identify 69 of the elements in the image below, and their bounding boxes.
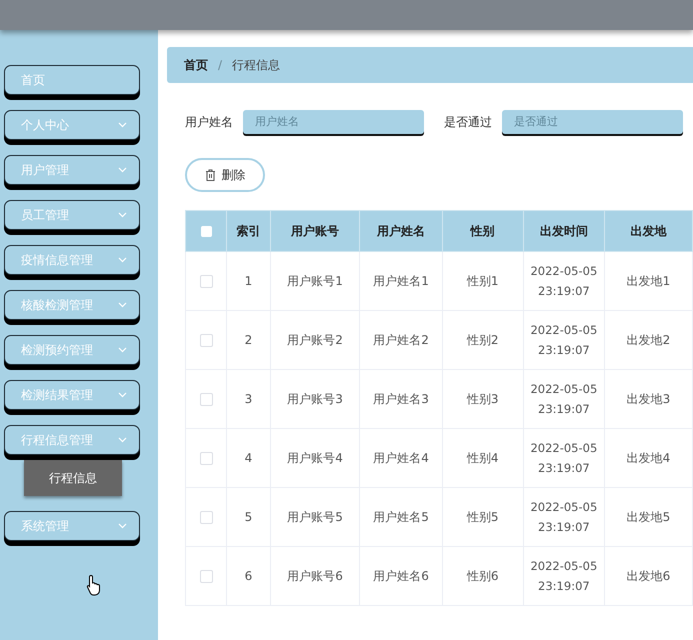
table-cell: 2022-05-05 23:19:07 bbox=[523, 310, 604, 370]
row-checkbox[interactable] bbox=[200, 334, 213, 348]
table-cell: 2022-05-05 23:19:07 bbox=[523, 370, 604, 428]
chevron-down-icon bbox=[118, 523, 127, 529]
table-cell: 用户姓名3 bbox=[360, 370, 442, 428]
hand-cursor-icon bbox=[86, 574, 102, 596]
table-cell: 性别6 bbox=[442, 546, 524, 606]
table-cell: 用户账号4 bbox=[270, 428, 360, 488]
table-cell: 性别2 bbox=[442, 310, 524, 370]
column-header: 出发地 bbox=[604, 210, 692, 252]
table-cell: 用户姓名6 bbox=[360, 546, 442, 606]
table-cell: 用户姓名2 bbox=[360, 310, 442, 370]
table-cell: 出发地5 bbox=[604, 488, 692, 546]
table-cell: 3 bbox=[226, 370, 270, 428]
chevron-down-icon bbox=[118, 167, 127, 173]
table-cell: 用户账号5 bbox=[270, 488, 360, 546]
column-header: 用户姓名 bbox=[360, 210, 442, 252]
chevron-down-icon bbox=[118, 437, 127, 443]
submenu-item[interactable]: 行程信息 bbox=[24, 460, 122, 496]
chevron-down-icon bbox=[118, 347, 127, 353]
table-cell: 性别3 bbox=[442, 370, 524, 428]
table-cell: 2 bbox=[226, 310, 270, 370]
breadcrumb-link[interactable]: 行程信息 bbox=[232, 56, 280, 74]
table-cell: 出发地2 bbox=[604, 310, 692, 370]
table-cell: 用户账号3 bbox=[270, 370, 360, 428]
delete-button[interactable]: 删除 bbox=[185, 158, 265, 192]
table-cell: 出发地1 bbox=[604, 252, 692, 310]
search-field[interactable]: 是否通过 bbox=[502, 110, 683, 134]
row-checkbox[interactable] bbox=[200, 452, 213, 466]
column-header: 性别 bbox=[442, 210, 524, 252]
table-cell: 用户账号2 bbox=[270, 310, 360, 370]
chevron-down-icon bbox=[118, 212, 127, 218]
table-cell: 用户账号6 bbox=[270, 546, 360, 606]
column-header: 用户账号 bbox=[270, 210, 360, 252]
table-cell: 2022-05-05 23:19:07 bbox=[523, 428, 604, 488]
table-cell: 用户姓名5 bbox=[360, 488, 442, 546]
table-cell: 出发地3 bbox=[604, 370, 692, 428]
select-all-checkbox[interactable] bbox=[200, 226, 212, 238]
chevron-down-icon bbox=[118, 392, 127, 398]
table-cell: 出发地6 bbox=[604, 546, 692, 606]
table-cell: 出发地4 bbox=[604, 428, 692, 488]
table-cell: 性别1 bbox=[442, 252, 524, 310]
row-checkbox[interactable] bbox=[200, 393, 213, 406]
column-header: 出发时间 bbox=[523, 210, 604, 252]
table-cell: 用户姓名1 bbox=[360, 252, 442, 310]
field-label: 用户姓名 bbox=[185, 114, 233, 130]
chevron-down-icon bbox=[118, 122, 127, 128]
field-label: 是否通过 bbox=[444, 114, 492, 130]
chevron-down-icon bbox=[118, 257, 127, 263]
table-cell: 4 bbox=[226, 428, 270, 488]
row-checkbox[interactable] bbox=[200, 511, 213, 524]
table-cell: 2022-05-05 23:19:07 bbox=[523, 488, 604, 546]
table-cell: 2022-05-05 23:19:07 bbox=[523, 546, 604, 606]
table-cell: 用户姓名4 bbox=[360, 428, 442, 488]
breadcrumb-link[interactable]: 首页 bbox=[184, 56, 208, 74]
table-cell: 性别4 bbox=[442, 428, 524, 488]
trash-icon bbox=[204, 169, 216, 181]
table-cell: 6 bbox=[226, 546, 270, 606]
table-cell: 2022-05-05 23:19:07 bbox=[523, 252, 604, 310]
row-checkbox[interactable] bbox=[200, 275, 213, 288]
table-cell: 5 bbox=[226, 488, 270, 546]
search-field[interactable]: 用户姓名 bbox=[243, 110, 424, 134]
table-cell: 性别5 bbox=[442, 488, 524, 546]
column-header: 索引 bbox=[226, 210, 270, 252]
breadcrumb-separator: / bbox=[218, 58, 222, 72]
table-cell: 1 bbox=[226, 252, 270, 310]
row-checkbox[interactable] bbox=[200, 570, 213, 584]
table-cell: 用户账号1 bbox=[270, 252, 360, 310]
chevron-down-icon bbox=[118, 302, 127, 308]
